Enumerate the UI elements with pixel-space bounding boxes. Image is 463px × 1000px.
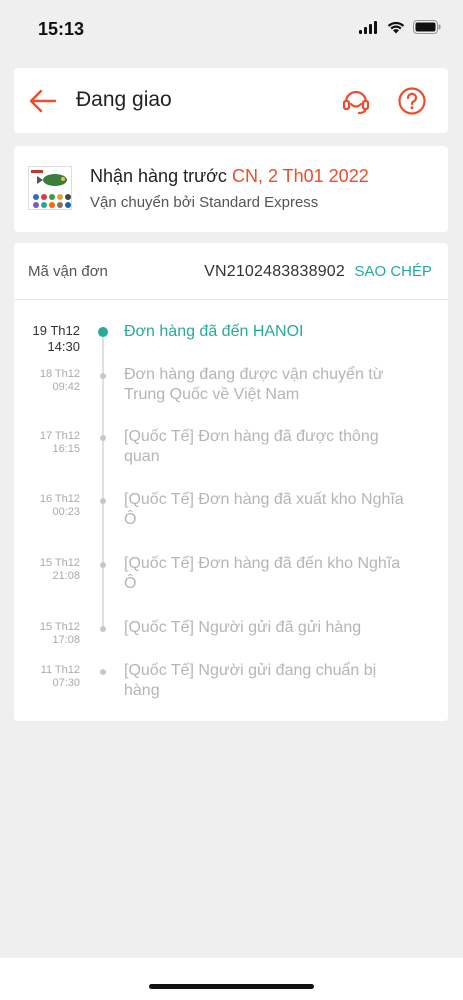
- event-date: 18 Th12 09:42: [39, 368, 80, 393]
- tracking-code: VN2102483838902: [204, 263, 345, 280]
- back-button[interactable]: [28, 86, 58, 116]
- page-title: Đang giao: [76, 88, 172, 111]
- delivery-estimate-label: Nhận hàng trước: [90, 166, 227, 186]
- status-time: 15:13: [38, 19, 85, 39]
- event-date: 17 Th12 16:15: [39, 430, 80, 455]
- copy-button[interactable]: SAO CHÉP: [354, 263, 432, 280]
- header-bar: Đang giao: [14, 68, 448, 133]
- bottom-safe-area: [0, 958, 463, 1000]
- delivery-info-card: Nhận hàng trước CN, 2 Th01 2022 Vận chuy…: [14, 146, 448, 232]
- headset-icon: [342, 90, 370, 115]
- event-description: Đơn hàng đang được vận chuyển từ Trung Q…: [124, 366, 384, 403]
- event-description: [Quốc Tế] Người gửi đang chuẩn bị hàng: [124, 662, 377, 699]
- event-description: [Quốc Tế] Đơn hàng đã xuất kho Nghĩa Ô: [124, 491, 404, 528]
- product-thumbnail: [28, 166, 72, 210]
- event-description: [Quốc Tế] Đơn hàng đã đến kho Nghĩa Ô: [124, 555, 401, 592]
- question-circle-icon: [398, 87, 426, 115]
- help-button[interactable]: [397, 86, 427, 116]
- wifi-icon: [387, 21, 405, 33]
- cellular-signal-icon: [359, 20, 377, 34]
- delivery-estimate: Nhận hàng trước CN, 2 Th01 2022: [90, 166, 369, 187]
- support-button[interactable]: [341, 86, 371, 116]
- event-description: [Quốc Tế] Người gửi đã gửi hàng: [124, 619, 362, 636]
- timeline-dot: [100, 562, 106, 568]
- event-description: Đơn hàng đã đến HANOI: [124, 323, 304, 340]
- timeline-dot: [100, 626, 106, 632]
- timeline-dot: [100, 669, 106, 675]
- shipping-carrier: Vận chuyển bởi Standard Express: [90, 194, 319, 211]
- event-date: 16 Th12 00:23: [39, 493, 80, 518]
- timeline-dot: [100, 435, 106, 441]
- arrow-left-icon: [29, 89, 57, 113]
- status-bar: 15:13: [0, 0, 463, 58]
- event-date: 11 Th12 07:30: [40, 664, 80, 689]
- fishing-lure-product-image: [31, 170, 71, 208]
- tracking-code-label: Mã vận đơn: [28, 263, 108, 280]
- timeline-dot: [100, 498, 106, 504]
- home-indicator[interactable]: [149, 984, 314, 989]
- event-description: [Quốc Tế] Đơn hàng đã được thông quan: [124, 428, 379, 465]
- event-date: 15 Th12 17:08: [39, 621, 80, 646]
- timeline-dot: [100, 373, 106, 379]
- status-icons: [359, 20, 441, 34]
- battery-icon: [413, 20, 441, 34]
- timeline-dot-active: [98, 327, 108, 337]
- delivery-estimate-date: CN, 2 Th01 2022: [231, 166, 369, 186]
- event-date: 15 Th12 21:08: [39, 557, 80, 582]
- tracking-card: Mã vận đơn VN2102483838902 SAO CHÉP 19 T…: [14, 243, 448, 721]
- tracking-code-row: Mã vận đơn VN2102483838902 SAO CHÉP: [14, 243, 448, 300]
- event-date: 19 Th12 14:30: [32, 323, 80, 354]
